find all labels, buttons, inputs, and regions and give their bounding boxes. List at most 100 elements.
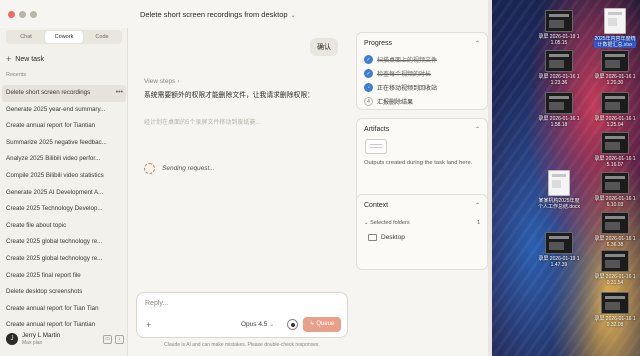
recent-task-item[interactable]: Delete desktop screenshots — [2, 284, 126, 301]
recent-task-item[interactable]: Create 2025 global technology re... — [2, 234, 126, 251]
recent-task-item[interactable]: Delete short screen recordings ••• — [2, 85, 126, 102]
conversation-title-text: Delete short screen recordings from desk… — [140, 10, 288, 19]
recent-task-item[interactable]: Generate 2025 AI Development A... — [2, 185, 126, 202]
chevron-up-icon[interactable]: ⌃ — [475, 126, 480, 133]
recent-task-item[interactable]: Create 2025 global technology re... — [2, 251, 126, 268]
desktop-file-icon[interactable]: 某某机构2025年度个人工作总结.docx — [538, 170, 580, 210]
task-side-panel: Progress ⌃ ✓ 扫描桌面上的视频文件 ✓ 检查每个视频的时长 ◔ 正在移动视… — [356, 28, 488, 356]
new-task-button[interactable]: + New task — [6, 53, 44, 65]
tab-code[interactable]: Code — [83, 31, 121, 43]
conversation-title[interactable]: Delete short screen recordings from desk… — [140, 10, 296, 19]
tab-chat[interactable]: Chat — [7, 31, 45, 43]
recent-task-item[interactable]: Create 2025 Technology Develop... — [2, 201, 126, 218]
selected-folders-text: Selected folders — [370, 220, 410, 226]
close-window-button[interactable] — [8, 11, 15, 18]
recent-tasks-list: Delete short screen recordings ••• Genera… — [2, 85, 126, 334]
add-attachment-icon[interactable]: + — [146, 320, 151, 330]
desktop-file-icon[interactable]: 录屏 2026-01-16 11.23.36 — [538, 50, 580, 86]
recent-task-item[interactable]: Summarize 2025 negative feedbac... — [2, 135, 126, 152]
status-text: Sending request... — [162, 165, 215, 172]
selected-folders-label[interactable]: ⌄ Selected folders — [364, 220, 410, 226]
claude-app-window: Chat Cowork Code + New task Recents Dele… — [0, 0, 492, 356]
context-heading: Context — [364, 202, 389, 209]
user-name: Jerry L Martin — [22, 332, 61, 339]
progress-step: ✓ 检查每个视频的时长 — [364, 69, 431, 78]
step-number: 4 — [364, 97, 373, 106]
desktop-file-icon[interactable]: 录屏 2026-01-19 11.05.15 — [538, 10, 580, 46]
recent-task-item[interactable]: Analyze 2025 Bilibili video perfor... — [2, 151, 126, 168]
in-progress-icon: ◔ — [364, 83, 373, 92]
sidebar: Chat Cowork Code + New task Recents Dele… — [0, 28, 128, 356]
desktop-file-icon[interactable]: 2025年内容年度统计数据汇总.xlsx — [594, 8, 636, 48]
recent-task-item[interactable]: Create annual report for Tiantian — [2, 118, 126, 135]
queue-label: Queue — [316, 321, 335, 327]
chevron-up-icon[interactable]: ⌃ — [475, 202, 480, 209]
minimize-window-button[interactable] — [19, 11, 26, 18]
desktop-file-icon[interactable]: 录屏 2026-01-16 11.20.30 — [594, 50, 636, 86]
chevron-down-icon: ⌄ — [290, 13, 296, 19]
sending-status: Sending request... — [144, 163, 215, 174]
chat-area: Delete short screen recordings from desk… — [128, 0, 352, 356]
user-actions: ▭ ↓ — [103, 334, 124, 344]
desktop-file-icon[interactable]: 录屏 2026-01-16 15.16.07 — [594, 132, 636, 168]
pending-step-text: 经计划在桌面的5个录屏文件移动到废纸篓... — [144, 120, 261, 126]
desktop-file-icon[interactable]: 录屏 2026-01-16 10.32.08 — [594, 292, 636, 328]
window-scrollbar[interactable] — [488, 0, 492, 356]
desktop-file-icon[interactable]: 录屏 2026-01-19 11.47.39 — [538, 232, 580, 268]
assistant-message: 系统需要额外的权限才能删除文件，让我请求删除权限： — [144, 92, 314, 99]
new-task-label: New task — [15, 55, 45, 63]
download-icon[interactable]: ↓ — [115, 334, 124, 344]
window-controls — [8, 11, 37, 18]
desktop-file-icon[interactable]: 录屏 2026-01-16 11.58.18 — [538, 92, 580, 128]
recents-heading: Recents — [6, 72, 27, 78]
desktop-file-icon[interactable]: 录屏 2026-01-16 10.31.54 — [594, 250, 636, 286]
recent-task-item[interactable]: Generate 2025 year-end summary... — [2, 102, 126, 119]
folder-name: Desktop — [381, 234, 405, 241]
view-steps-toggle[interactable]: View steps › — [144, 78, 179, 85]
step-label: 正在移动视频到回收站 — [377, 86, 438, 92]
recent-task-item[interactable]: Create 2025 final report file — [2, 268, 126, 285]
chevron-right-icon: › — [177, 79, 180, 85]
recent-task-item[interactable]: Compile 2025 Bilibili video statistics — [2, 168, 126, 185]
progress-card: Progress ⌃ ✓ 扫描桌面上的视频文件 ✓ 检查每个视频的时长 ◔ 正在移动视… — [356, 32, 488, 110]
desktop-file-icon[interactable]: 录屏 2026-01-16 11.25.04 — [594, 92, 636, 128]
task-title: Delete short screen recordings — [6, 89, 91, 96]
queue-button[interactable]: ↳ Queue — [303, 317, 341, 332]
model-name: Opus 4.5 — [241, 321, 268, 328]
progress-step: 4 汇报删除结果 — [364, 97, 413, 106]
context-folder-item[interactable]: Desktop — [368, 234, 405, 241]
recent-task-item[interactable]: Create file about topic — [2, 218, 126, 235]
user-message: 确认 — [310, 38, 338, 56]
context-card: Context ⌃ ⌄ Selected folders 1 Desktop — [356, 194, 488, 270]
progress-heading: Progress — [364, 40, 393, 47]
user-info: Jerry L Martin Max plan — [22, 332, 60, 346]
view-steps-label: View steps — [144, 78, 176, 85]
chevron-up-icon[interactable]: ⌃ — [475, 40, 480, 47]
recent-task-item[interactable]: Create annual report for Tian Tian — [2, 301, 126, 318]
mode-tabs: Chat Cowork Code — [6, 30, 122, 44]
disclaimer: Claude is AI and can make mistakes. Plea… — [164, 342, 320, 348]
artifacts-description: Outputs created during the task land her… — [364, 160, 473, 166]
avatar: J — [6, 333, 18, 345]
user-profile[interactable]: J Jerry L Martin Max plan ▭ ↓ — [6, 328, 124, 350]
chevron-down-icon: ⌄ — [269, 322, 274, 328]
desktop-file-icon[interactable]: 录屏 2026-01-16 16.10.03 — [594, 172, 636, 208]
step-label: 检查每个视频的时长 — [377, 72, 432, 78]
model-selector[interactable]: Opus 4.5 ⌄ — [241, 321, 274, 328]
artifact-placeholder-icon — [365, 139, 387, 154]
more-options-icon[interactable]: ••• — [116, 85, 123, 102]
plus-icon: + — [6, 54, 12, 64]
sidebar-toggle-icon[interactable]: ▭ — [103, 334, 112, 344]
zoom-window-button[interactable] — [30, 11, 37, 18]
folder-count: 1 — [476, 220, 480, 226]
stop-button[interactable] — [287, 319, 298, 330]
progress-step: ◔ 正在移动视频到回收站 — [364, 83, 437, 92]
step-label: 汇报删除结果 — [377, 100, 414, 106]
stop-icon — [290, 322, 295, 327]
desktop-file-icon[interactable]: 录屏 2026-01-16 16.36.38 — [594, 212, 636, 248]
message-composer: + Opus 4.5⌄ ↳ Queue — [136, 292, 348, 338]
artifacts-heading: Artifacts — [364, 126, 390, 133]
check-icon: ✓ — [364, 55, 373, 64]
tab-cowork[interactable]: Cowork — [45, 31, 83, 43]
reply-input[interactable] — [145, 300, 335, 307]
